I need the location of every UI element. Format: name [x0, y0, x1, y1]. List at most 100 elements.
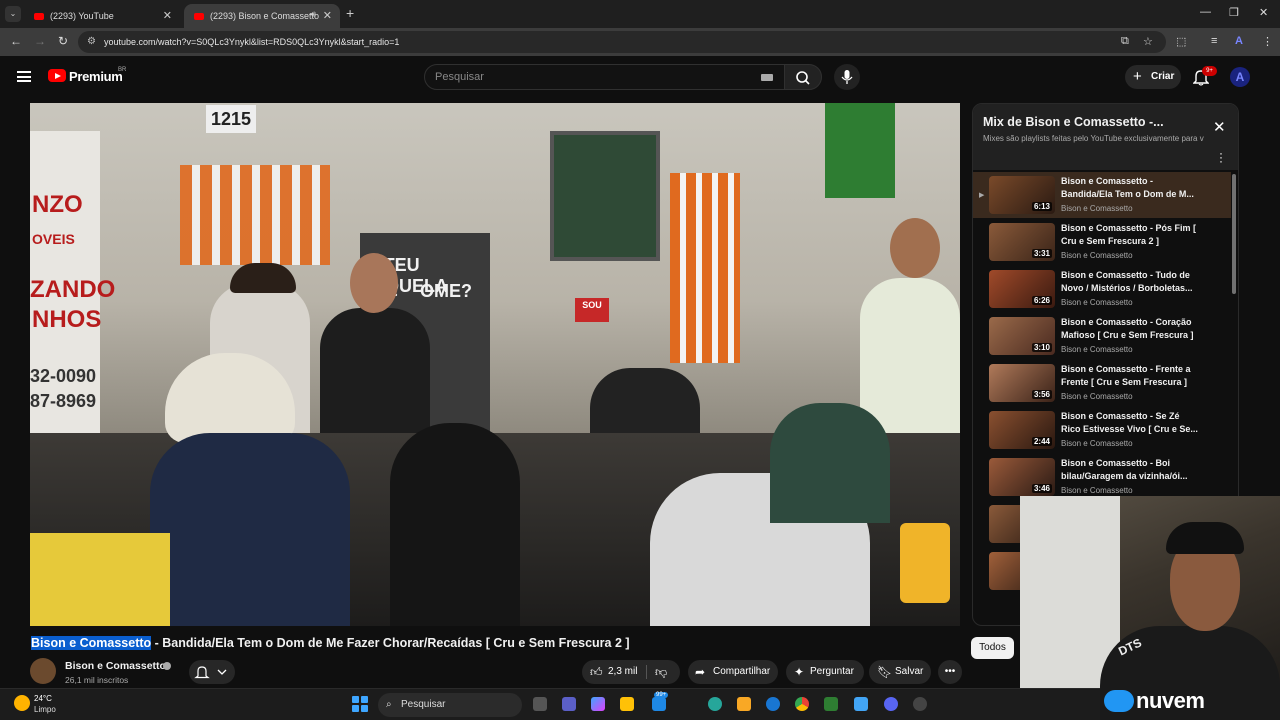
- video-sign-text: 32-0090: [30, 366, 97, 386]
- taskbar-search-box[interactable]: ⌕ Pesquisar: [378, 693, 522, 717]
- search-icon: ⌕: [386, 699, 392, 710]
- discord-icon[interactable]: [884, 697, 898, 711]
- duration-badge: 3:46: [1031, 484, 1052, 493]
- playlist-item[interactable]: 3:46 Bison e Comassetto - Boi bilau/Gara…: [973, 454, 1231, 500]
- playlist-item-channel: Bison e Comassetto: [1061, 345, 1133, 354]
- video-door-number: 1215: [206, 105, 256, 133]
- video-green-shelf: [825, 103, 895, 198]
- playlist-item[interactable]: 2:44 Bison e Comassetto - Se Zé Rico Est…: [973, 407, 1231, 453]
- browser-menu-icon[interactable]: ⋮: [1262, 35, 1273, 48]
- playlist-item[interactable]: ▶ 6:13 Bison e Comassetto - Bandida/Ela …: [973, 172, 1231, 218]
- dislike-icon[interactable]: 👎︎: [655, 660, 667, 684]
- share-label: Compartilhar: [713, 666, 771, 677]
- speaker-icon[interactable]: 🔊︎: [310, 9, 316, 20]
- youtube-favicon-icon: [194, 12, 204, 20]
- youtube-premium-logo[interactable]: Premium: [69, 69, 123, 84]
- tab-title: (2293) Bison e Comassetto: [210, 11, 320, 21]
- more-vertical-icon[interactable]: · · ·: [1219, 147, 1223, 167]
- profile-icon[interactable]: A: [1235, 35, 1243, 47]
- restore-icon[interactable]: ❐: [1229, 6, 1239, 19]
- back-icon[interactable]: ←: [10, 34, 22, 48]
- create-button[interactable]: + Criar: [1125, 65, 1181, 89]
- bookmark-star-icon[interactable]: ☆: [1143, 35, 1153, 48]
- store-icon[interactable]: [620, 697, 634, 711]
- video-sign-text: ZANDO: [30, 276, 116, 303]
- channel-name[interactable]: Bison e Comassetto: [65, 660, 166, 672]
- globe-icon[interactable]: [708, 697, 722, 711]
- notification-subscribe-button[interactable]: [189, 660, 235, 684]
- reading-list-icon[interactable]: ≡: [1211, 35, 1217, 47]
- playlist-scrollbar[interactable]: [1232, 174, 1236, 294]
- copilot-icon[interactable]: [591, 697, 605, 711]
- video-audience: [770, 403, 890, 523]
- playlist-item[interactable]: 3:10 Bison e Comassetto - Coração Mafios…: [973, 313, 1231, 359]
- voice-search-button[interactable]: [834, 64, 860, 90]
- tab-search-icon[interactable]: ⌄: [5, 6, 21, 22]
- weather-temperature[interactable]: 24°C: [34, 694, 52, 703]
- playlist-item[interactable]: 6:26 Bison e Comassetto - Tudo de Novo /…: [973, 266, 1231, 312]
- save-button[interactable]: 🔖︎ Salvar: [869, 660, 931, 684]
- ask-button[interactable]: ✦ Perguntar: [786, 660, 864, 684]
- video-sign-text: NHOS: [32, 306, 102, 333]
- notepad-icon[interactable]: [854, 697, 868, 711]
- playlist-item[interactable]: 3:56 Bison e Comassetto - Frente a Frent…: [973, 360, 1231, 406]
- install-app-icon[interactable]: ⧉: [1121, 35, 1129, 48]
- chat-app-icon[interactable]: [652, 697, 666, 711]
- new-tab-icon[interactable]: +: [346, 5, 354, 21]
- playlist-item-title: Bison e Comassetto - Boi bilau/Garagem d…: [1061, 458, 1188, 481]
- task-view-icon[interactable]: [533, 697, 547, 711]
- edge-icon[interactable]: [766, 697, 780, 711]
- playlist-item[interactable]: 3:31 Bison e Comassetto - Pós Fim [ Cru …: [973, 219, 1231, 265]
- address-bar-row: ← → ↻ ⚙ youtube.com/watch?v=S0QLc3Ynykl&…: [0, 28, 1280, 56]
- hamburger-menu-icon[interactable]: [17, 71, 31, 82]
- video-thumbnail: 3:31: [989, 223, 1055, 261]
- close-window-icon[interactable]: ✕: [1259, 6, 1268, 19]
- extensions-icon[interactable]: ⬚: [1176, 35, 1186, 48]
- keyboard-icon[interactable]: [761, 74, 773, 81]
- browser-tab-active[interactable]: (2293) Bison e Comassetto 🔊︎ ✕: [184, 4, 340, 28]
- account-avatar[interactable]: A: [1230, 67, 1250, 87]
- settings-icon[interactable]: [913, 697, 927, 711]
- video-title-rest: - Bandida/Ela Tem o Dom de Me Fazer Chor…: [151, 636, 630, 650]
- browser-tab-youtube[interactable]: (2293) YouTube ✕: [24, 4, 180, 28]
- like-icon[interactable]: 👍︎: [590, 660, 603, 684]
- filter-chip-all[interactable]: Todos: [971, 637, 1014, 659]
- video-thumbnail: 2:44: [989, 411, 1055, 449]
- windows-start-icon[interactable]: [352, 696, 368, 712]
- bookmark-icon: 🔖︎: [877, 665, 893, 679]
- playlist-title[interactable]: Mix de Bison e Comassetto -...: [983, 115, 1164, 129]
- video-player[interactable]: NZO OVEIS ZANDO NHOS 32-0090 87-8969 121…: [30, 103, 960, 626]
- youtube-favicon-icon: [34, 12, 44, 20]
- duration-badge: 6:26: [1031, 296, 1052, 305]
- channel-avatar[interactable]: [30, 658, 56, 684]
- playlist-item-channel: Bison e Comassetto: [1061, 204, 1133, 213]
- close-tab-icon[interactable]: ✕: [163, 9, 172, 22]
- chrome-icon[interactable]: [795, 697, 809, 711]
- close-tab-icon[interactable]: ✕: [323, 9, 332, 22]
- playlist-item-title: Bison e Comassetto - Bandida/Ela Tem o D…: [1061, 176, 1194, 199]
- share-button[interactable]: ➦ Compartilhar: [688, 660, 778, 684]
- search-button[interactable]: [784, 64, 822, 90]
- weather-icon[interactable]: [14, 695, 30, 711]
- teams-icon[interactable]: [562, 697, 576, 711]
- more-actions-button[interactable]: •••: [938, 660, 962, 684]
- create-label: Criar: [1151, 71, 1175, 82]
- minimize-icon[interactable]: —: [1200, 6, 1211, 18]
- microphone-icon: [841, 70, 853, 84]
- url-field[interactable]: ⚙ youtube.com/watch?v=S0QLc3Ynykl&list=R…: [78, 31, 1166, 53]
- file-explorer-icon[interactable]: [737, 697, 751, 711]
- close-icon[interactable]: ✕: [1213, 118, 1226, 136]
- reload-icon[interactable]: ↻: [58, 34, 68, 48]
- youtube-logo-icon[interactable]: [48, 69, 66, 82]
- duration-badge: 6:13: [1031, 202, 1052, 211]
- app-icon[interactable]: [824, 697, 838, 711]
- like-count[interactable]: 2,3 mil: [608, 660, 637, 684]
- video-chalkboard: [550, 131, 660, 261]
- duration-badge: 3:10: [1031, 343, 1052, 352]
- site-info-icon[interactable]: ⚙: [87, 31, 96, 53]
- playlist-item-channel: Bison e Comassetto: [1061, 439, 1133, 448]
- search-input[interactable]: Pesquisar: [424, 64, 786, 90]
- forward-icon[interactable]: →: [34, 34, 46, 48]
- duration-badge: 3:56: [1031, 390, 1052, 399]
- country-code: BR: [118, 67, 127, 73]
